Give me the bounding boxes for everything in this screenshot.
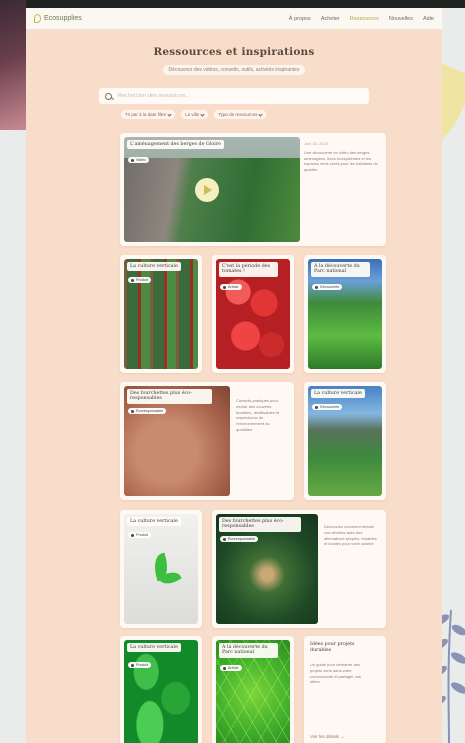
tag-dot-icon — [131, 409, 134, 413]
card-title: L'aménagement des berges de Gloire — [127, 140, 224, 149]
nav-link-ressources[interactable]: Ressources — [350, 16, 379, 22]
logo-text: Ecosupplies — [44, 15, 82, 22]
resource-card[interactable]: C'est la période des tomates ! Article — [212, 255, 294, 373]
tag-label: Écoresponsable — [136, 409, 164, 413]
nav-link-apropos[interactable]: À propos — [289, 16, 311, 22]
tag-label: Article — [228, 285, 239, 289]
resource-card[interactable]: À la découverte du Parc national Article — [212, 636, 294, 743]
card-title: Idées pour projets durables — [310, 642, 355, 653]
resource-card-text[interactable]: Idées pour projets durables Un guide pou… — [304, 636, 386, 743]
card-tag: Découverte — [312, 404, 343, 410]
tag-dot-icon — [131, 663, 134, 667]
search-icon — [105, 92, 112, 100]
tag-dot-icon — [223, 285, 226, 289]
card-title: Des fourchettes plus éco-responsables — [127, 389, 212, 404]
tag-label: Découverte — [320, 285, 340, 289]
tag-label: Produit — [136, 533, 149, 537]
resource-card-featured[interactable]: L'aménagement des berges de Gloire Vidéo… — [120, 133, 386, 246]
tag-label: Produit — [136, 278, 149, 282]
card-text: Une découverte en vidéo des berges aména… — [304, 149, 378, 173]
play-icon[interactable] — [195, 178, 219, 202]
card-image: La culture verticale Produit — [124, 514, 198, 624]
hero: Ressources et inspirations Découvrez des… — [26, 46, 442, 76]
card-title: C'est la période des tomates ! — [219, 262, 279, 277]
card-title: À la découverte du Parc national — [219, 643, 279, 658]
resource-card[interactable]: La culture verticale Produit — [120, 255, 202, 373]
tag-label: Vidéo — [136, 158, 146, 162]
filter-type[interactable]: Type de ressources — [214, 110, 267, 119]
chevron-down-icon — [258, 111, 264, 117]
card-tag: Vidéo — [128, 157, 149, 163]
tag-dot-icon — [223, 666, 226, 670]
card-image: La culture verticale Produit — [124, 640, 198, 743]
filter-label: Type de ressources — [218, 112, 258, 117]
chevron-down-icon — [167, 111, 172, 117]
app-window: Ecosupplies À propos Acheter Ressources … — [26, 8, 442, 743]
filter-date[interactable]: Tri par à la date filtre — [121, 110, 176, 119]
card-title: La culture verticale — [127, 517, 181, 526]
filter-label: La ville — [185, 112, 200, 117]
nav-links: À propos Acheter Ressources Nouvelles Ai… — [289, 16, 434, 22]
tag-label: Produit — [136, 663, 149, 667]
resource-card[interactable]: La culture verticale Produit — [120, 636, 202, 743]
page-title: Ressources et inspirations — [153, 46, 315, 58]
filter-label: Tri par à la date filtre — [125, 112, 167, 117]
tag-dot-icon — [223, 537, 226, 541]
tag-label: Découverte — [320, 405, 340, 409]
tag-dot-icon — [315, 285, 318, 289]
search-input[interactable] — [118, 93, 363, 99]
top-nav: Ecosupplies À propos Acheter Ressources … — [26, 8, 442, 30]
details-link[interactable]: Voir les détails → — [310, 734, 345, 739]
search-bar[interactable] — [99, 88, 369, 104]
background-strip — [26, 0, 465, 8]
card-title: La culture verticale — [127, 643, 181, 652]
chevron-down-icon — [200, 111, 205, 117]
card-tag: Écoresponsable — [128, 408, 167, 414]
tag-dot-icon — [131, 278, 134, 282]
background-photo — [0, 0, 26, 130]
card-title: La culture verticale — [311, 389, 365, 398]
nav-link-nouvelles[interactable]: Nouvelles — [389, 16, 413, 22]
card-image: À la découverte du Parc national Découve… — [308, 259, 382, 369]
card-video-thumbnail[interactable]: L'aménagement des berges de Gloire Vidéo — [124, 137, 300, 242]
nav-link-aide[interactable]: Aide — [423, 16, 434, 22]
card-description: Un guide pour démarrer des projets verts… — [310, 662, 361, 685]
leaf-logo-icon — [34, 14, 41, 23]
tag-label: Article — [228, 666, 239, 670]
page-subtitle: Découvrez des vidéos, conseils, outils, … — [162, 65, 306, 75]
filter-bar: Tri par à la date filtre La ville Type d… — [121, 110, 442, 119]
card-image: La culture verticale Produit — [124, 259, 198, 369]
filter-city[interactable]: La ville — [181, 110, 209, 119]
card-image: La culture verticale Découverte — [308, 386, 382, 496]
card-tag: Produit — [128, 277, 152, 283]
card-description: Découvrez comment réduire vos déchets av… — [324, 524, 377, 547]
resource-card[interactable]: La culture verticale Découverte — [304, 382, 386, 500]
card-tag: Article — [220, 665, 242, 671]
tag-dot-icon — [315, 405, 318, 409]
card-tag: Produit — [128, 532, 152, 538]
card-title: La culture verticale — [127, 262, 181, 271]
card-image: Des fourchettes plus éco-responsables Éc… — [216, 514, 318, 624]
nav-link-acheter[interactable]: Acheter — [321, 16, 340, 22]
card-image: Des fourchettes plus éco-responsables Éc… — [124, 386, 230, 496]
tag-dot-icon — [131, 533, 134, 537]
tag-label: Écoresponsable — [228, 537, 256, 541]
card-image: À la découverte du Parc national Article — [216, 640, 290, 743]
resource-card[interactable]: La culture verticale Produit — [120, 510, 202, 628]
card-description: Conseils pratiques pour choisir des couv… — [236, 398, 280, 432]
resource-card-wide[interactable]: Des fourchettes plus éco-responsables Éc… — [212, 510, 386, 628]
card-tag: Découverte — [312, 284, 343, 290]
card-tag: Produit — [128, 662, 152, 668]
resource-card[interactable]: À la découverte du Parc national Découve… — [304, 255, 386, 373]
resource-card-wide[interactable]: Des fourchettes plus éco-responsables Éc… — [120, 382, 294, 500]
card-tag: Article — [220, 284, 242, 290]
card-title: À la découverte du Parc national — [311, 262, 371, 277]
card-date: Juin 23, 2023 — [304, 141, 329, 146]
card-description: Juin 23, 2023 Une découverte en vidéo de… — [304, 141, 380, 173]
card-tag: Écoresponsable — [220, 536, 259, 542]
card-title: Des fourchettes plus éco-responsables — [219, 517, 301, 532]
tag-dot-icon — [131, 158, 134, 162]
logo[interactable]: Ecosupplies — [34, 14, 82, 23]
card-image: C'est la période des tomates ! Article — [216, 259, 290, 369]
